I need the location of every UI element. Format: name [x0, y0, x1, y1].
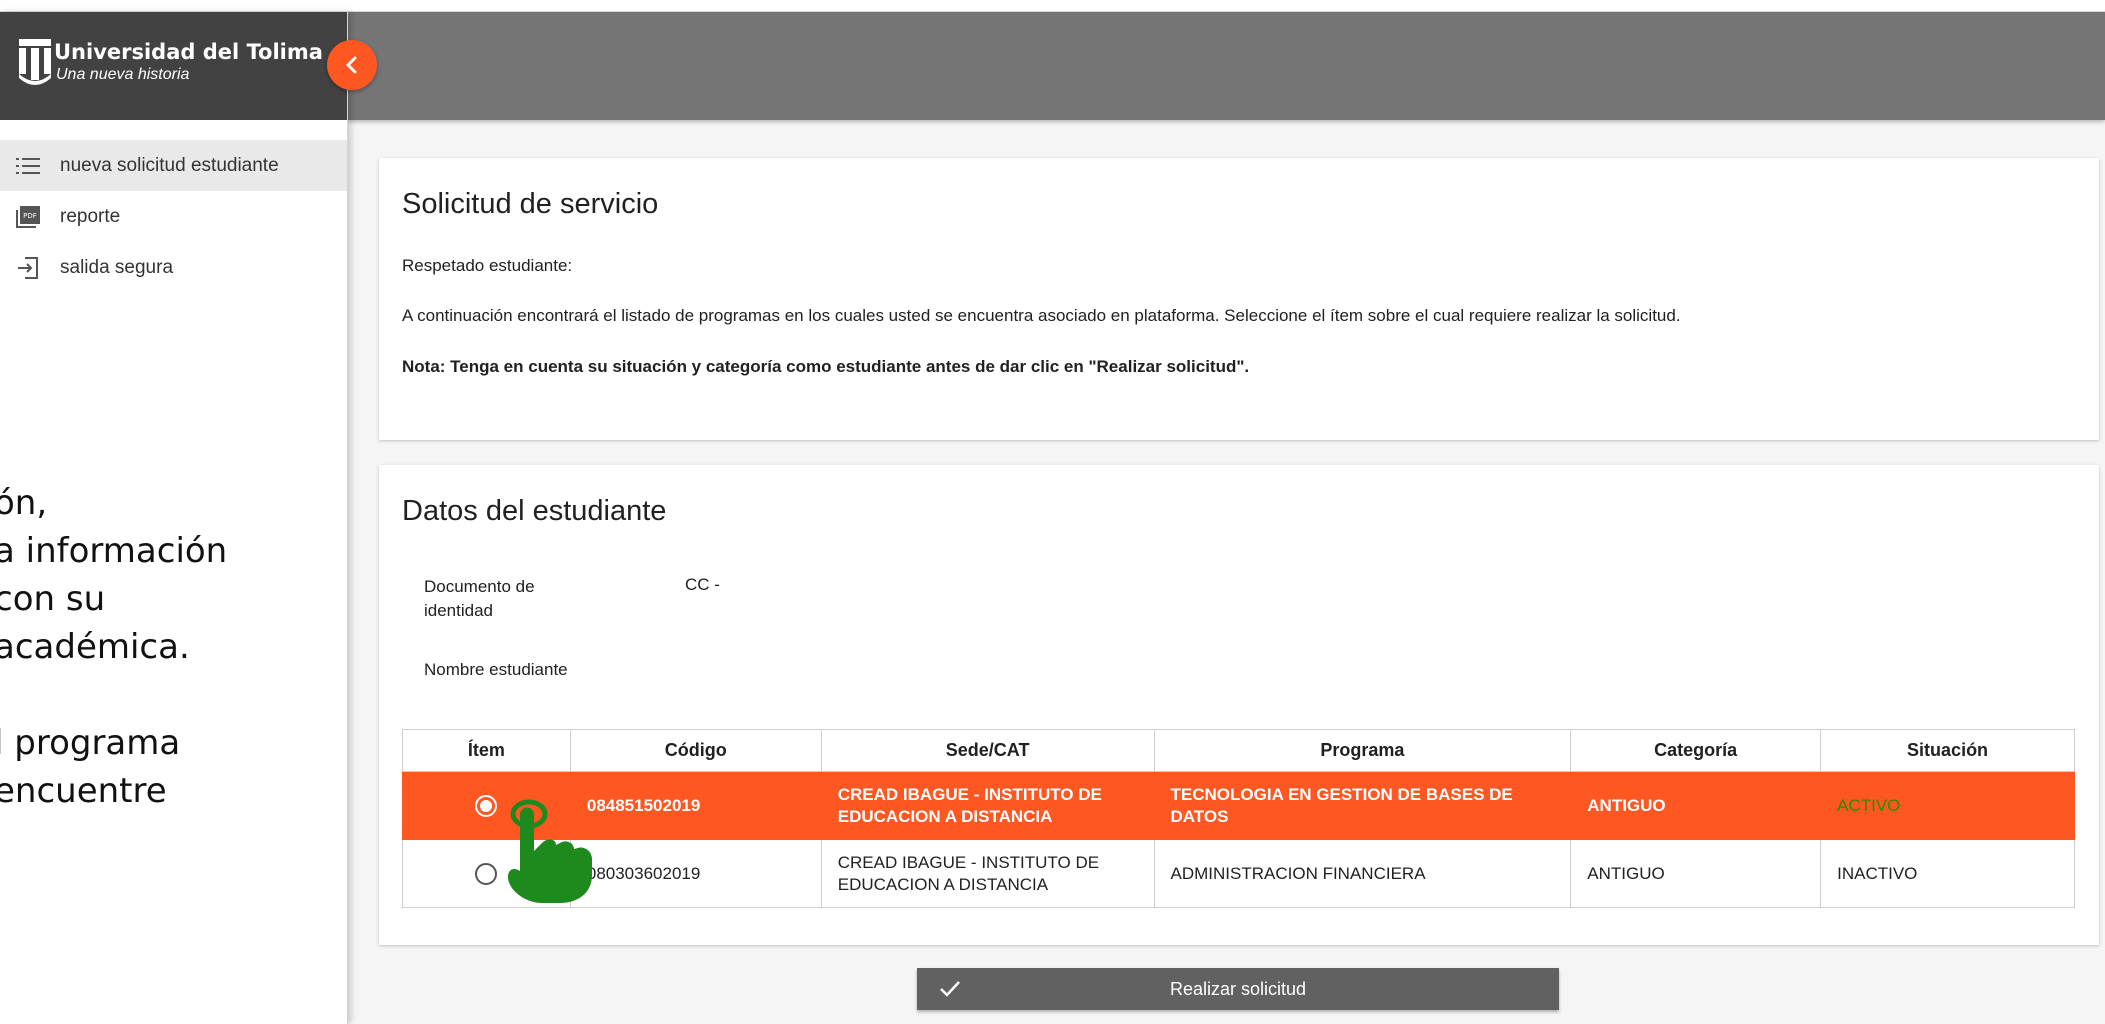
- table-header-row: Ítem Código Sede/CAT Programa Categoría …: [402, 729, 2075, 772]
- situacion-cell: INACTIVO: [1820, 839, 2075, 908]
- greeting-text: Respetado estudiante:: [402, 256, 573, 275]
- top-app-bar: [348, 12, 2105, 120]
- top-edge: [0, 0, 2105, 12]
- sidebar-nav: nueva solicitud estudiante PDF reporte s…: [0, 140, 347, 293]
- brand-header: Universidad del Tolima Una nueva histori…: [0, 12, 347, 120]
- column-header: Categoría: [1570, 729, 1822, 772]
- programa-cell: ADMINISTRACION FINANCIERA: [1153, 839, 1572, 908]
- column-header: Código: [569, 729, 822, 772]
- card-title: Solicitud de servicio: [402, 188, 659, 220]
- sidebar-item-reporte[interactable]: PDF reporte: [0, 191, 347, 242]
- svg-text:PDF: PDF: [23, 212, 37, 220]
- programs-table: Ítem Código Sede/CAT Programa Categoría …: [402, 729, 2075, 908]
- sidebar-item-label: salida segura: [60, 256, 174, 278]
- note-text: Nota: Tenga en cuenta su situación y cat…: [402, 357, 1250, 376]
- submit-label: Realizar solicitud: [1169, 978, 1307, 999]
- sidebar-item-salida-segura[interactable]: salida segura: [0, 242, 347, 293]
- situacion-cell: ACTIVO: [1820, 771, 2075, 840]
- sede-cell: CREAD IBAGUE - INSTITUTO DE EDUCACION A …: [820, 839, 1155, 908]
- sede-cell: CREAD IBAGUE - INSTITUTO DE EDUCACION A …: [820, 771, 1155, 840]
- card-title: Datos del estudiante: [402, 495, 667, 527]
- table-row[interactable]: 084851502019 CREAD IBAGUE - INSTITUTO DE…: [402, 771, 2075, 840]
- collapse-sidebar-button[interactable]: [327, 40, 377, 90]
- pdf-icon: PDF: [14, 205, 42, 228]
- column-header: Sede/CAT: [820, 729, 1155, 772]
- student-data-card: Datos del estudiante Documento de identi…: [379, 465, 2099, 945]
- sidebar-item-nueva-solicitud[interactable]: nueva solicitud estudiante: [0, 140, 347, 191]
- column-header: Programa: [1153, 729, 1572, 772]
- instructions-text: A continuación encontrará el listado de …: [402, 306, 1681, 325]
- column-header: Ítem: [402, 729, 571, 772]
- brand-subtitle: Una nueva historia: [56, 66, 190, 83]
- check-icon: [940, 981, 960, 997]
- codigo-cell: 084851502019: [569, 771, 822, 840]
- chevron-left-icon: [346, 56, 357, 74]
- tutorial-caption: ón, a información con su académica. l pr…: [0, 483, 228, 811]
- main-content: Solicitud de servicio Respetado estudian…: [348, 120, 2105, 1024]
- sidebar: Universidad del Tolima Una nueva histori…: [0, 12, 348, 1024]
- service-request-card: Solicitud de servicio Respetado estudian…: [379, 158, 2099, 440]
- categoria-cell: ANTIGUO: [1570, 771, 1822, 840]
- radio-button[interactable]: [475, 862, 498, 885]
- document-value: CC -: [685, 575, 720, 594]
- sidebar-item-label: nueva solicitud estudiante: [60, 154, 279, 176]
- table-row[interactable]: 080303602019 CREAD IBAGUE - INSTITUTO DE…: [402, 839, 2075, 908]
- sidebar-item-label: reporte: [60, 205, 121, 227]
- categoria-cell: ANTIGUO: [1570, 839, 1822, 908]
- logout-icon: [14, 256, 42, 279]
- column-header: Situación: [1820, 729, 2075, 772]
- brand-title: Universidad del Tolima: [54, 40, 323, 64]
- realizar-solicitud-button[interactable]: Realizar solicitud: [917, 968, 1559, 1010]
- student-name-label: Nombre estudiante: [424, 660, 568, 679]
- radio-button-selected[interactable]: [475, 794, 498, 817]
- pointing-hand-icon: [508, 799, 592, 903]
- list-icon: [14, 155, 42, 177]
- document-label: Documento de identidad: [424, 577, 535, 620]
- university-logo-icon: [19, 39, 51, 85]
- codigo-cell: 080303602019: [569, 839, 822, 908]
- programa-cell: TECNOLOGIA EN GESTION DE BASES DE DATOS: [1153, 771, 1572, 840]
